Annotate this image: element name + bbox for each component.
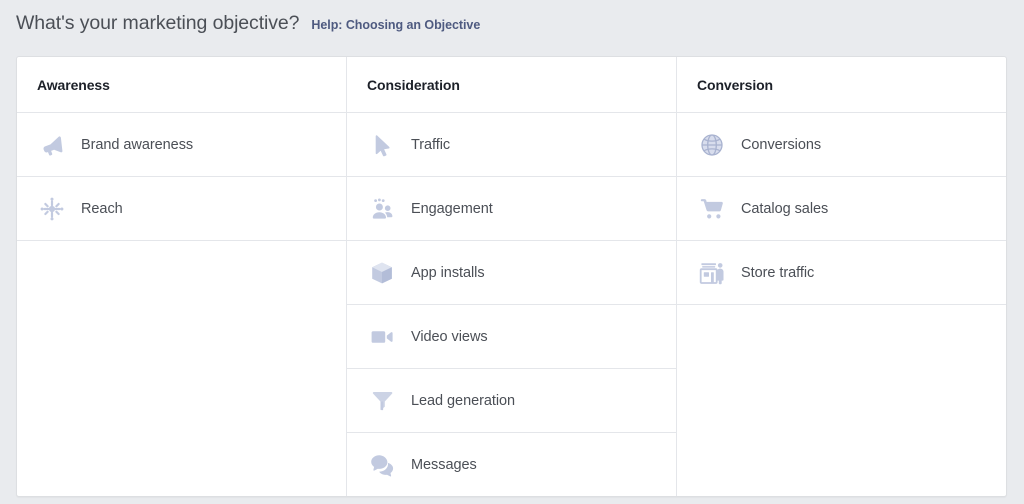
column-header-label: Conversion xyxy=(697,77,773,93)
objective-item-label: Catalog sales xyxy=(741,201,828,217)
column-header-label: Awareness xyxy=(37,77,110,93)
objective-item-messages[interactable]: Messages xyxy=(347,433,676,497)
objective-column-awareness: Awareness Brand awareness Reach xyxy=(17,57,346,496)
page-header: What's your marketing objective? Help: C… xyxy=(16,12,480,35)
objective-list: Conversions Catalog sales Store traffic xyxy=(677,113,1006,305)
people-group-icon xyxy=(367,194,397,224)
cube-box-icon xyxy=(367,258,397,288)
objective-item-store-traffic[interactable]: Store traffic xyxy=(677,241,1006,305)
objective-column-conversion: Conversion Conversions Catalog sales Store … xyxy=(676,57,1006,496)
objective-item-label: App installs xyxy=(411,265,485,281)
objective-item-label: Conversions xyxy=(741,137,821,153)
storefront-icon xyxy=(697,258,727,288)
objective-list: Brand awareness Reach xyxy=(17,113,346,241)
objective-item-app-installs[interactable]: App installs xyxy=(347,241,676,305)
column-header: Awareness xyxy=(17,57,346,113)
reach-nodes-icon xyxy=(37,194,67,224)
objective-item-engagement[interactable]: Engagement xyxy=(347,177,676,241)
speech-bubbles-icon xyxy=(367,450,397,480)
page-title: What's your marketing objective? xyxy=(16,12,299,35)
objective-item-video-views[interactable]: Video views xyxy=(347,305,676,369)
help-choosing-objective-link[interactable]: Help: Choosing an Objective xyxy=(311,18,480,32)
objective-item-label: Messages xyxy=(411,457,477,473)
megaphone-icon xyxy=(37,130,67,160)
objective-list: Traffic Engagement App installs Video views… xyxy=(347,113,676,497)
objective-item-conversions[interactable]: Conversions xyxy=(677,113,1006,177)
objective-item-reach[interactable]: Reach xyxy=(17,177,346,241)
objective-chooser-page: What's your marketing objective? Help: C… xyxy=(0,0,1024,504)
shopping-cart-icon xyxy=(697,194,727,224)
objective-item-traffic[interactable]: Traffic xyxy=(347,113,676,177)
column-header: Consideration xyxy=(347,57,676,113)
objective-item-label: Video views xyxy=(411,329,488,345)
objective-item-catalog-sales[interactable]: Catalog sales xyxy=(677,177,1006,241)
objective-item-brand-awareness[interactable]: Brand awareness xyxy=(17,113,346,177)
objective-item-label: Reach xyxy=(81,201,123,217)
funnel-icon xyxy=(367,386,397,416)
objective-item-lead-generation[interactable]: Lead generation xyxy=(347,369,676,433)
globe-icon xyxy=(697,130,727,160)
column-header: Conversion xyxy=(677,57,1006,113)
objective-item-label: Traffic xyxy=(411,137,450,153)
video-camera-icon xyxy=(367,322,397,352)
column-header-label: Consideration xyxy=(367,77,460,93)
cursor-pointer-icon xyxy=(367,130,397,160)
objective-item-label: Store traffic xyxy=(741,265,814,281)
objective-column-consideration: Consideration Traffic Engagement App instal… xyxy=(346,57,676,496)
objective-item-label: Lead generation xyxy=(411,393,515,409)
objective-item-label: Engagement xyxy=(411,201,493,217)
objective-columns-card: Awareness Brand awareness Reach Considerati… xyxy=(16,56,1007,497)
objective-item-label: Brand awareness xyxy=(81,137,193,153)
